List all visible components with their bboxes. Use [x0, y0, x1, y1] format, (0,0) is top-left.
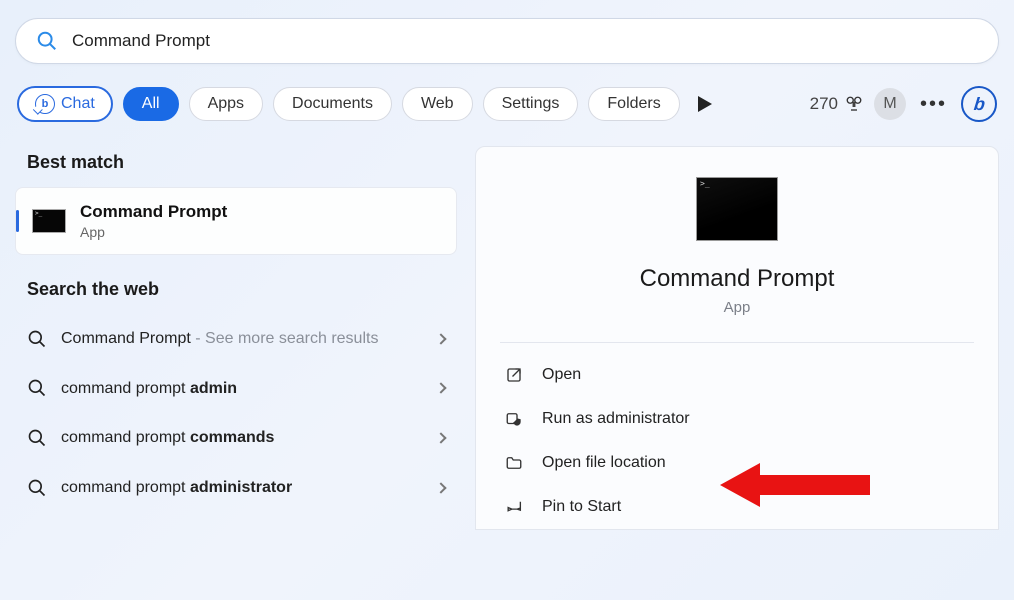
tab-web[interactable]: Web	[402, 87, 473, 121]
search-web-heading: Search the web	[15, 273, 457, 314]
more-menu-icon[interactable]: •••	[916, 93, 951, 116]
action-pin-to-start[interactable]: Pin to Start	[500, 485, 974, 529]
web-result-text: command prompt commands	[61, 427, 423, 449]
tab-settings[interactable]: Settings	[483, 87, 579, 121]
search-icon	[27, 428, 47, 448]
best-match-heading: Best match	[15, 146, 457, 187]
action-open-file-location[interactable]: Open file location	[500, 441, 974, 485]
folder-icon	[504, 453, 524, 473]
search-input[interactable]	[72, 31, 978, 51]
web-result[interactable]: command prompt commands	[15, 413, 457, 463]
command-prompt-icon	[32, 209, 66, 233]
open-icon	[504, 365, 524, 385]
search-icon	[36, 30, 58, 52]
action-run-as-admin[interactable]: Run as administrator	[500, 397, 974, 441]
preview-title: Command Prompt	[500, 265, 974, 293]
bing-icon[interactable]: b	[961, 86, 997, 122]
tab-documents[interactable]: Documents	[273, 87, 392, 121]
action-label: Run as administrator	[542, 410, 690, 428]
action-label: Open	[542, 366, 581, 384]
tab-apps[interactable]: Apps	[189, 87, 263, 121]
trophy-icon	[844, 95, 864, 113]
preview-pane: Command Prompt App Open Run as administr…	[475, 146, 999, 530]
web-result[interactable]: command prompt administrator	[15, 463, 457, 513]
chevron-right-icon	[435, 482, 446, 493]
pin-icon	[504, 497, 524, 517]
search-icon	[27, 329, 47, 349]
search-bar[interactable]	[15, 18, 999, 64]
results-column: Best match Command Prompt App Search the…	[15, 146, 457, 530]
chat-button[interactable]: b Chat	[17, 86, 113, 122]
action-label: Open file location	[542, 454, 666, 472]
best-match-subtitle: App	[80, 224, 227, 240]
chevron-right-icon	[435, 383, 446, 394]
chat-bubble-icon: b	[35, 94, 55, 114]
preview-app-icon	[696, 177, 778, 241]
search-icon	[27, 378, 47, 398]
chevron-right-icon	[435, 432, 446, 443]
web-result[interactable]: Command Prompt - See more search results	[15, 314, 457, 364]
action-open[interactable]: Open	[500, 353, 974, 397]
best-match-result[interactable]: Command Prompt App	[15, 187, 457, 255]
web-result-text: command prompt admin	[61, 378, 423, 400]
preview-subtitle: App	[500, 299, 974, 316]
avatar[interactable]: M	[874, 88, 906, 120]
chat-label: Chat	[61, 95, 95, 113]
tab-all[interactable]: All	[123, 87, 179, 121]
more-tabs-icon[interactable]	[698, 96, 712, 112]
chevron-right-icon	[435, 333, 446, 344]
admin-shield-icon	[504, 409, 524, 429]
search-icon	[27, 478, 47, 498]
filter-row: b Chat All Apps Documents Web Settings F…	[15, 86, 999, 122]
best-match-title: Command Prompt	[80, 202, 227, 222]
points-value: 270	[810, 94, 838, 114]
web-result-text: Command Prompt - See more search results	[61, 328, 423, 350]
web-result[interactable]: command prompt admin	[15, 364, 457, 414]
web-result-text: command prompt administrator	[61, 477, 423, 499]
rewards-points[interactable]: 270	[810, 94, 864, 114]
action-label: Pin to Start	[542, 498, 621, 516]
divider	[500, 342, 974, 343]
tab-folders[interactable]: Folders	[588, 87, 679, 121]
